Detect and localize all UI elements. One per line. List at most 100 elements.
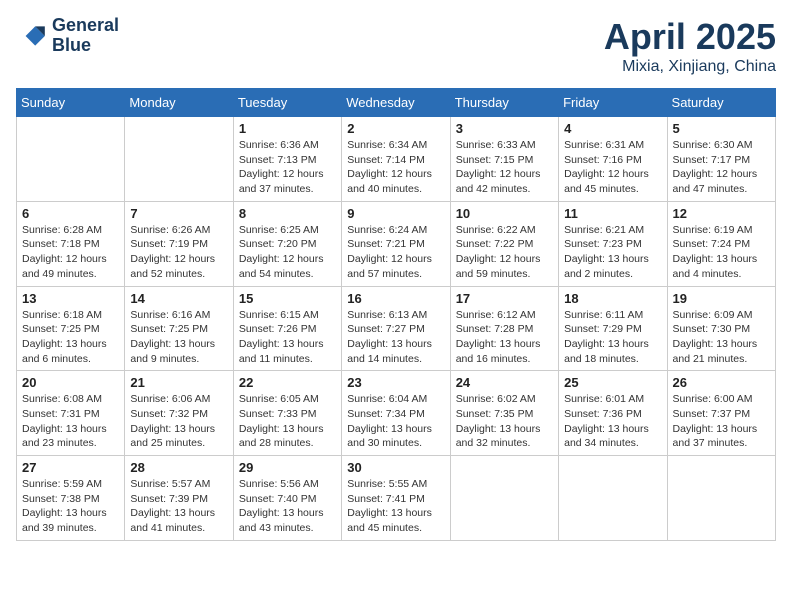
calendar-cell: 12 Sunrise: 6:19 AMSunset: 7:24 PMDayligh… [667, 201, 775, 286]
calendar-cell: 4 Sunrise: 6:31 AMSunset: 7:16 PMDaylight… [559, 117, 667, 202]
day-number: 28 [130, 460, 227, 475]
day-number: 24 [456, 375, 553, 390]
calendar-cell: 8 Sunrise: 6:25 AMSunset: 7:20 PMDaylight… [233, 201, 341, 286]
day-detail: Sunrise: 6:13 AMSunset: 7:27 PMDaylight:… [347, 308, 444, 367]
day-detail: Sunrise: 6:26 AMSunset: 7:19 PMDaylight:… [130, 223, 227, 282]
day-number: 15 [239, 291, 336, 306]
logo: General Blue [16, 16, 119, 56]
logo-text: General Blue [52, 16, 119, 56]
calendar-cell: 26Sunrise: 6:00 AMSunset: 7:37 PMDayligh… [667, 371, 775, 456]
calendar-week-5: 27Sunrise: 5:59 AMSunset: 7:38 PMDayligh… [17, 456, 776, 541]
calendar-cell: 9 Sunrise: 6:24 AMSunset: 7:21 PMDaylight… [342, 201, 450, 286]
day-detail: Sunrise: 6:28 AMSunset: 7:18 PMDaylight:… [22, 223, 119, 282]
calendar-cell: 25 Sunrise: 6:01 AMSunset: 7:36 PMDayligh… [559, 371, 667, 456]
weekday-tuesday: Tuesday [233, 89, 341, 117]
day-detail: Sunrise: 6:21 AMSunset: 7:23 PMDaylight:… [564, 223, 661, 282]
calendar-cell: 30 Sunrise: 5:55 AMSunset: 7:41 PMDayligh… [342, 456, 450, 541]
day-number: 11 [564, 206, 661, 221]
calendar-cell: 20 Sunrise: 6:08 AMSunset: 7:31 PMDayligh… [17, 371, 125, 456]
calendar-cell: 3 Sunrise: 6:33 AMSunset: 7:15 PMDaylight… [450, 117, 558, 202]
calendar-cell: 24 Sunrise: 6:02 AMSunset: 7:35 PMDayligh… [450, 371, 558, 456]
calendar-cell: 16 Sunrise: 6:13 AMSunset: 7:27 PMDayligh… [342, 286, 450, 371]
calendar-week-2: 6 Sunrise: 6:28 AMSunset: 7:18 PMDaylight… [17, 201, 776, 286]
calendar-cell: 14Sunrise: 6:16 AMSunset: 7:25 PMDayligh… [125, 286, 233, 371]
calendar-cell: 18Sunrise: 6:11 AMSunset: 7:29 PMDayligh… [559, 286, 667, 371]
day-number: 19 [673, 291, 770, 306]
day-number: 18 [564, 291, 661, 306]
day-detail: Sunrise: 5:55 AMSunset: 7:41 PMDaylight:… [347, 477, 444, 536]
day-detail: Sunrise: 5:56 AMSunset: 7:40 PMDaylight:… [239, 477, 336, 536]
calendar-cell [667, 456, 775, 541]
day-number: 30 [347, 460, 444, 475]
month-title: April 2025 [604, 16, 776, 58]
day-detail: Sunrise: 6:15 AMSunset: 7:26 PMDaylight:… [239, 308, 336, 367]
weekday-sunday: Sunday [17, 89, 125, 117]
day-detail: Sunrise: 6:31 AMSunset: 7:16 PMDaylight:… [564, 138, 661, 197]
calendar-cell: 29 Sunrise: 5:56 AMSunset: 7:40 PMDayligh… [233, 456, 341, 541]
calendar-cell: 28 Sunrise: 5:57 AMSunset: 7:39 PMDayligh… [125, 456, 233, 541]
calendar-cell: 22 Sunrise: 6:05 AMSunset: 7:33 PMDayligh… [233, 371, 341, 456]
calendar-cell [17, 117, 125, 202]
day-number: 29 [239, 460, 336, 475]
day-number: 7 [130, 206, 227, 221]
day-detail: Sunrise: 5:57 AMSunset: 7:39 PMDaylight:… [130, 477, 227, 536]
calendar-week-3: 13Sunrise: 6:18 AMSunset: 7:25 PMDayligh… [17, 286, 776, 371]
day-detail: Sunrise: 6:08 AMSunset: 7:31 PMDaylight:… [22, 392, 119, 451]
calendar-cell [559, 456, 667, 541]
day-number: 25 [564, 375, 661, 390]
calendar-week-4: 20 Sunrise: 6:08 AMSunset: 7:31 PMDayligh… [17, 371, 776, 456]
calendar-table: SundayMondayTuesdayWednesdayThursdayFrid… [16, 88, 776, 541]
day-detail: Sunrise: 6:25 AMSunset: 7:20 PMDaylight:… [239, 223, 336, 282]
calendar-cell: 11 Sunrise: 6:21 AMSunset: 7:23 PMDayligh… [559, 201, 667, 286]
day-detail: Sunrise: 6:00 AMSunset: 7:37 PMDaylight:… [673, 392, 770, 451]
day-detail: Sunrise: 6:22 AMSunset: 7:22 PMDaylight:… [456, 223, 553, 282]
calendar-cell: 17Sunrise: 6:12 AMSunset: 7:28 PMDayligh… [450, 286, 558, 371]
calendar-cell: 2 Sunrise: 6:34 AMSunset: 7:14 PMDaylight… [342, 117, 450, 202]
calendar-cell: 6 Sunrise: 6:28 AMSunset: 7:18 PMDaylight… [17, 201, 125, 286]
day-detail: Sunrise: 6:09 AMSunset: 7:30 PMDaylight:… [673, 308, 770, 367]
day-detail: Sunrise: 6:12 AMSunset: 7:28 PMDaylight:… [456, 308, 553, 367]
day-number: 4 [564, 121, 661, 136]
day-number: 5 [673, 121, 770, 136]
day-number: 6 [22, 206, 119, 221]
calendar-week-1: 1Sunrise: 6:36 AMSunset: 7:13 PMDaylight… [17, 117, 776, 202]
day-detail: Sunrise: 6:01 AMSunset: 7:36 PMDaylight:… [564, 392, 661, 451]
weekday-saturday: Saturday [667, 89, 775, 117]
day-number: 16 [347, 291, 444, 306]
day-number: 21 [130, 375, 227, 390]
day-number: 10 [456, 206, 553, 221]
logo-icon [16, 20, 48, 52]
day-detail: Sunrise: 6:33 AMSunset: 7:15 PMDaylight:… [456, 138, 553, 197]
calendar-cell: 13Sunrise: 6:18 AMSunset: 7:25 PMDayligh… [17, 286, 125, 371]
calendar-cell: 10 Sunrise: 6:22 AMSunset: 7:22 PMDayligh… [450, 201, 558, 286]
day-number: 2 [347, 121, 444, 136]
calendar-cell [450, 456, 558, 541]
day-number: 3 [456, 121, 553, 136]
calendar-cell: 27Sunrise: 5:59 AMSunset: 7:38 PMDayligh… [17, 456, 125, 541]
weekday-monday: Monday [125, 89, 233, 117]
day-number: 22 [239, 375, 336, 390]
day-number: 20 [22, 375, 119, 390]
day-number: 8 [239, 206, 336, 221]
page-header: General Blue April 2025 Mixia, Xinjiang,… [16, 16, 776, 76]
calendar-cell: 21Sunrise: 6:06 AMSunset: 7:32 PMDayligh… [125, 371, 233, 456]
weekday-header-row: SundayMondayTuesdayWednesdayThursdayFrid… [17, 89, 776, 117]
day-detail: Sunrise: 6:36 AMSunset: 7:13 PMDaylight:… [239, 138, 336, 197]
calendar-cell: 15 Sunrise: 6:15 AMSunset: 7:26 PMDayligh… [233, 286, 341, 371]
day-detail: Sunrise: 6:04 AMSunset: 7:34 PMDaylight:… [347, 392, 444, 451]
day-detail: Sunrise: 6:16 AMSunset: 7:25 PMDaylight:… [130, 308, 227, 367]
calendar-cell: 7 Sunrise: 6:26 AMSunset: 7:19 PMDaylight… [125, 201, 233, 286]
day-detail: Sunrise: 6:24 AMSunset: 7:21 PMDaylight:… [347, 223, 444, 282]
day-number: 9 [347, 206, 444, 221]
day-number: 23 [347, 375, 444, 390]
day-detail: Sunrise: 6:19 AMSunset: 7:24 PMDaylight:… [673, 223, 770, 282]
day-detail: Sunrise: 6:05 AMSunset: 7:33 PMDaylight:… [239, 392, 336, 451]
calendar-cell: 1Sunrise: 6:36 AMSunset: 7:13 PMDaylight… [233, 117, 341, 202]
day-detail: Sunrise: 6:02 AMSunset: 7:35 PMDaylight:… [456, 392, 553, 451]
day-number: 13 [22, 291, 119, 306]
day-number: 12 [673, 206, 770, 221]
day-detail: Sunrise: 5:59 AMSunset: 7:38 PMDaylight:… [22, 477, 119, 536]
day-detail: Sunrise: 6:34 AMSunset: 7:14 PMDaylight:… [347, 138, 444, 197]
title-block: April 2025 Mixia, Xinjiang, China [604, 16, 776, 76]
day-detail: Sunrise: 6:30 AMSunset: 7:17 PMDaylight:… [673, 138, 770, 197]
